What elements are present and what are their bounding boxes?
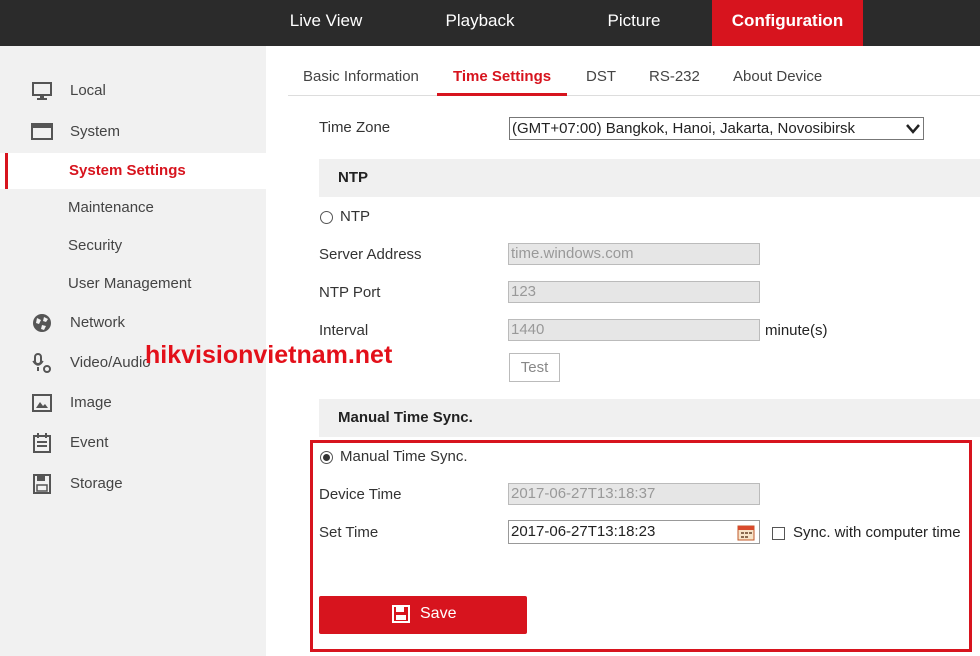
nav-playback[interactable]: Playback xyxy=(424,0,536,46)
section-title: Manual Time Sync. xyxy=(338,409,473,426)
top-navigation-bar: Live View Playback Picture Configuration xyxy=(0,0,980,46)
set-time-field[interactable]: 2017-06-27T13:18:23 xyxy=(508,520,760,544)
tab-basic-information[interactable]: Basic Information xyxy=(303,68,419,85)
nav-configuration[interactable]: Configuration xyxy=(712,0,863,46)
tab-time-settings[interactable]: Time Settings xyxy=(453,68,551,85)
sidebar-item-system[interactable]: System xyxy=(0,113,266,151)
sidebar-item-local[interactable]: Local xyxy=(0,72,266,110)
sidebar-item-system-settings[interactable]: System Settings xyxy=(0,153,266,189)
ntp-port-label: NTP Port xyxy=(319,284,380,301)
server-address-label: Server Address xyxy=(319,246,422,263)
nav-live-view[interactable]: Live View xyxy=(270,0,382,46)
floppy-disk-icon xyxy=(391,604,411,624)
sidebar-item-label: Video/Audio xyxy=(70,354,151,371)
interval-field[interactable]: 1440 xyxy=(508,319,760,341)
interval-unit: minute(s) xyxy=(765,322,828,339)
sidebar-item-label: Security xyxy=(68,237,122,254)
time-zone-label: Time Zone xyxy=(319,119,390,136)
chevron-down-icon xyxy=(906,123,920,135)
ntp-radio-label: NTP xyxy=(340,208,370,225)
device-time-field: 2017-06-27T13:18:37 xyxy=(508,483,760,505)
sidebar-item-user-management[interactable]: User Management xyxy=(0,266,266,302)
active-tab-underline xyxy=(437,93,567,96)
server-address-field[interactable]: time.windows.com xyxy=(508,243,760,265)
sidebar-item-event[interactable]: Event xyxy=(0,424,266,462)
sidebar-item-label: Storage xyxy=(70,475,123,492)
set-time-label: Set Time xyxy=(319,524,378,541)
tab-about-device[interactable]: About Device xyxy=(733,68,822,85)
sidebar-item-label: Event xyxy=(70,434,108,451)
floppy-disk-icon xyxy=(31,474,53,494)
ntp-port-field[interactable]: 123 xyxy=(508,281,760,303)
sidebar-item-label: Image xyxy=(70,394,112,411)
nav-picture[interactable]: Picture xyxy=(578,0,690,46)
tab-divider xyxy=(288,95,980,96)
manual-sync-section-header: Manual Time Sync. xyxy=(319,399,980,437)
active-indicator xyxy=(5,153,8,189)
sidebar-item-label: Local xyxy=(70,82,106,99)
interval-label: Interval xyxy=(319,322,368,339)
sidebar-item-image[interactable]: Image xyxy=(0,384,266,422)
sidebar-item-label: User Management xyxy=(68,275,191,292)
sidebar-item-label: System Settings xyxy=(69,162,186,179)
microphone-camera-icon xyxy=(31,353,53,373)
watermark-text: hikvisionvietnam.net xyxy=(145,341,392,370)
sidebar-item-label: Network xyxy=(70,314,125,331)
save-button-label: Save xyxy=(420,605,456,623)
monitor-icon xyxy=(31,81,53,101)
sidebar-item-network[interactable]: Network xyxy=(0,304,266,342)
sidebar-item-maintenance[interactable]: Maintenance xyxy=(0,190,266,226)
section-title: NTP xyxy=(338,169,368,186)
device-time-label: Device Time xyxy=(319,486,402,503)
sidebar-item-security[interactable]: Security xyxy=(0,228,266,264)
tab-dst[interactable]: DST xyxy=(586,68,616,85)
test-button[interactable]: Test xyxy=(509,353,560,382)
ntp-section-header: NTP xyxy=(319,159,980,197)
manual-sync-radio-label: Manual Time Sync. xyxy=(340,448,468,465)
manual-sync-radio[interactable] xyxy=(320,451,333,464)
time-zone-value: (GMT+07:00) Bangkok, Hanoi, Jakarta, Nov… xyxy=(512,120,855,137)
sidebar-item-label: System xyxy=(70,123,120,140)
sync-computer-time-label: Sync. with computer time xyxy=(793,524,961,541)
calendar-list-icon xyxy=(31,433,53,453)
calendar-icon[interactable] xyxy=(737,523,755,541)
sidebar-item-label: Maintenance xyxy=(68,199,154,216)
tab-rs232[interactable]: RS-232 xyxy=(649,68,700,85)
sync-computer-time-checkbox[interactable] xyxy=(772,527,785,540)
globe-icon xyxy=(31,313,53,333)
image-icon xyxy=(31,393,53,413)
set-time-value: 2017-06-27T13:18:23 xyxy=(511,523,655,540)
ntp-radio[interactable] xyxy=(320,211,333,224)
window-icon xyxy=(31,122,53,142)
sidebar-item-storage[interactable]: Storage xyxy=(0,465,266,503)
save-button[interactable]: Save xyxy=(319,596,527,634)
time-zone-select[interactable]: (GMT+07:00) Bangkok, Hanoi, Jakarta, Nov… xyxy=(509,117,924,140)
